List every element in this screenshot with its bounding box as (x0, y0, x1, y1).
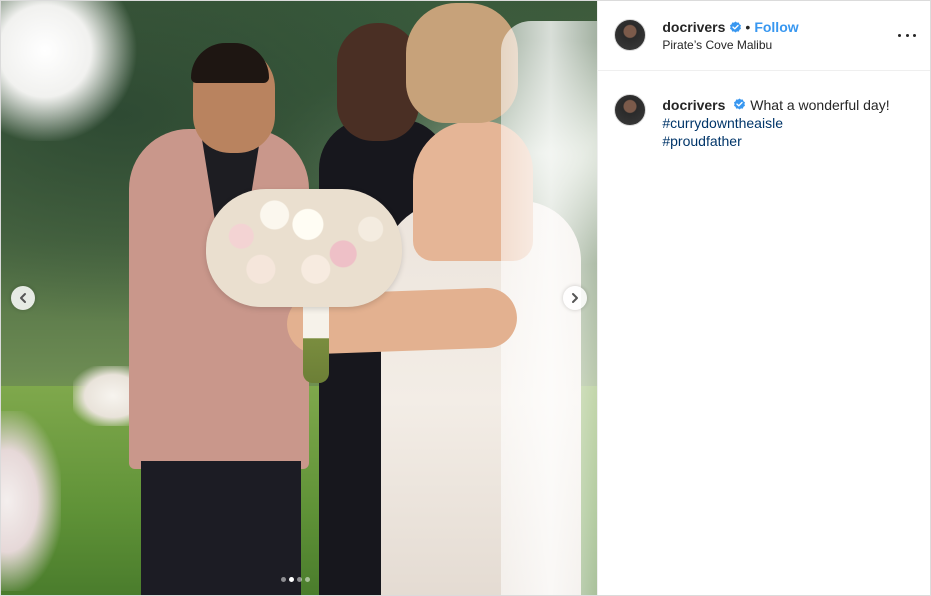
instagram-post: docrivers • Follow Pirate’s Cove Malibu … (0, 0, 931, 596)
next-slide-button[interactable] (563, 286, 587, 310)
chevron-right-icon (572, 293, 578, 303)
post-sidebar: docrivers • Follow Pirate’s Cove Malibu … (597, 1, 930, 595)
chevron-left-icon (20, 293, 26, 303)
caption-message: What a wonderful day! (750, 97, 890, 113)
caption-text: docrivers What a wonderful day! #currydo… (662, 96, 917, 150)
flower-arch-top (1, 1, 141, 141)
flower-arch-bottom (1, 411, 61, 591)
carousel-dot (281, 577, 286, 582)
verified-badge-icon (730, 21, 742, 33)
carousel-indicator (281, 577, 310, 582)
more-options-icon (898, 33, 901, 37)
header-account-line: docrivers • Follow (662, 19, 798, 35)
previous-slide-button[interactable] (11, 286, 35, 310)
verified-badge-icon (734, 98, 746, 110)
more-options-button[interactable] (898, 27, 916, 43)
post-media[interactable] (1, 1, 598, 595)
username-link[interactable]: docrivers (662, 19, 725, 35)
carousel-dot (297, 577, 302, 582)
follow-button[interactable]: Follow (754, 19, 798, 35)
post-header: docrivers • Follow Pirate’s Cove Malibu (598, 1, 930, 71)
hashtag-link[interactable]: #proudfather (662, 132, 917, 150)
caption-first-line: docrivers What a wonderful day! (662, 96, 917, 114)
bouquet-stem (303, 301, 329, 383)
more-options-icon (905, 33, 909, 37)
bridal-bouquet (206, 189, 402, 307)
separator-dot: • (745, 19, 751, 35)
carousel-dot (305, 577, 310, 582)
groom-pants (141, 461, 301, 595)
carousel-dot (289, 577, 294, 582)
avatar[interactable] (614, 19, 647, 51)
location-link[interactable]: Pirate’s Cove Malibu (662, 38, 772, 52)
hashtag-link[interactable]: #currydowntheaisle (662, 114, 917, 132)
caption-username-link[interactable]: docrivers (662, 97, 725, 113)
more-options-icon (913, 33, 916, 37)
avatar[interactable] (614, 94, 647, 126)
